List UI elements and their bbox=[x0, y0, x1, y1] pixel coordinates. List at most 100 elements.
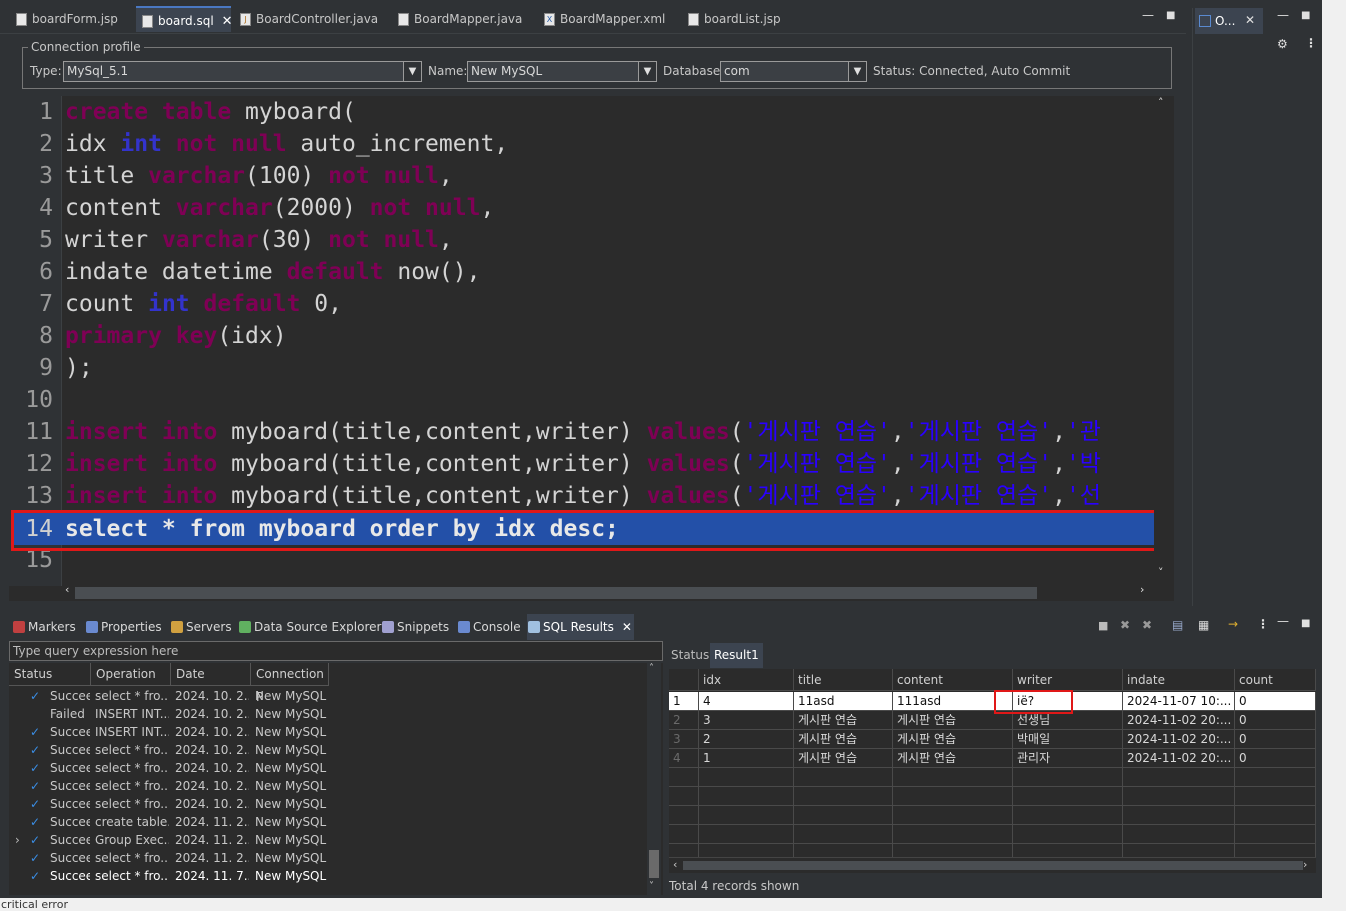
history-row[interactable]: ✓ Succeeded select * fro... 2024. 10. 2... N… bbox=[9, 777, 649, 795]
cell-count[interactable]: 0 bbox=[1235, 711, 1316, 730]
row-number[interactable]: 2 bbox=[669, 711, 699, 730]
type-select[interactable]: MySql_5.1 ▼ bbox=[63, 61, 422, 82]
cell-title[interactable]: 게시판 연습 bbox=[794, 711, 893, 730]
scroll-left-icon[interactable]: ‹ bbox=[673, 858, 677, 871]
cell-content[interactable]: 게시판 연습 bbox=[893, 730, 1013, 749]
history-row[interactable]: ✓ Succeeded INSERT INT... 2024. 10. 2... New… bbox=[9, 723, 649, 741]
scroll-up-icon[interactable]: ˄ bbox=[649, 663, 654, 674]
toolbar-icon[interactable]: ⚙ bbox=[1277, 37, 1288, 51]
cell-count[interactable]: 0 bbox=[1235, 730, 1316, 749]
remove-icon[interactable]: ✖ bbox=[1120, 618, 1130, 632]
save-icon[interactable]: ▦ bbox=[1198, 618, 1209, 632]
history-row[interactable]: › ✓ Succeeded Group Exec... 2024. 11. 2... Ne… bbox=[9, 831, 649, 849]
row-number[interactable]: 4 bbox=[669, 749, 699, 768]
cell-indate[interactable]: 2024-11-02 20:... bbox=[1123, 749, 1235, 768]
column-header-indate[interactable]: indate bbox=[1123, 669, 1235, 691]
history-row[interactable]: ✓ Succeeded select * fro... 2024. 11. 2... N… bbox=[9, 849, 649, 867]
chevron-down-icon[interactable]: ▼ bbox=[403, 62, 421, 81]
scroll-right-icon[interactable]: › bbox=[1303, 858, 1307, 871]
close-icon[interactable]: ✕ bbox=[1245, 13, 1255, 27]
tab-boardmapper-xml[interactable]: X BoardMapper.xml bbox=[538, 6, 665, 32]
maximize-icon[interactable]: ■ bbox=[1166, 10, 1175, 21]
minimize-icon[interactable]: — bbox=[1277, 8, 1289, 22]
tab-markers[interactable]: Markers bbox=[12, 614, 76, 640]
view-menu-icon[interactable]: ⋮ bbox=[1305, 36, 1317, 50]
cell-title[interactable]: 게시판 연습 bbox=[794, 749, 893, 768]
view-menu-icon[interactable]: ⋮ bbox=[1257, 617, 1269, 631]
cell-count[interactable]: 0 bbox=[1235, 749, 1316, 768]
cell-title[interactable]: 게시판 연습 bbox=[794, 730, 893, 749]
scroll-up-icon[interactable]: ˄ bbox=[1158, 96, 1164, 109]
tab-servers[interactable]: Servers bbox=[170, 614, 232, 640]
column-header-connection[interactable]: Connection P bbox=[251, 663, 329, 704]
tab-boardmapper-java[interactable]: BoardMapper.java bbox=[392, 6, 522, 32]
row-number[interactable]: 3 bbox=[669, 730, 699, 749]
cell-idx[interactable]: 4 bbox=[699, 692, 794, 711]
tab-data-source-explorer[interactable]: Data Source Explorer bbox=[238, 614, 381, 640]
minimize-icon[interactable]: — bbox=[1277, 614, 1289, 628]
row-number[interactable]: 1 bbox=[669, 692, 699, 711]
column-header-count[interactable]: count bbox=[1235, 669, 1316, 691]
column-header-date[interactable]: Date bbox=[171, 663, 251, 686]
chevron-right-icon[interactable]: › bbox=[15, 831, 20, 849]
tab-snippets[interactable]: Snippets bbox=[381, 614, 449, 640]
tab-boardlist-jsp[interactable]: boardList.jsp bbox=[682, 6, 781, 32]
cell-indate[interactable]: 2024-11-02 20:... bbox=[1123, 730, 1235, 749]
cell-content[interactable]: 게시판 연습 bbox=[893, 749, 1013, 768]
tab-sql-results[interactable]: SQL Results ✕ bbox=[527, 614, 634, 640]
column-header-title[interactable]: title bbox=[794, 669, 893, 691]
grid-scrollbar-thumb[interactable] bbox=[683, 861, 1303, 870]
column-header-writer[interactable]: writer bbox=[1013, 669, 1123, 691]
name-select[interactable]: New MySQL ▼ bbox=[467, 61, 657, 82]
column-header-content[interactable]: content bbox=[893, 669, 1013, 691]
tab-console[interactable]: Console bbox=[457, 614, 521, 640]
cell-indate[interactable]: 2024-11-02 20:... bbox=[1123, 711, 1235, 730]
cell-idx[interactable]: 2 bbox=[699, 730, 794, 749]
history-row[interactable]: ✓ Succeeded select * fro... 2024. 10. 2... N… bbox=[9, 687, 649, 705]
chevron-down-icon[interactable]: ▼ bbox=[638, 62, 656, 81]
history-row[interactable]: ✕FailedINSERT INT...2024. 10. 2...New My… bbox=[9, 705, 649, 723]
pin-icon[interactable]: → bbox=[1228, 617, 1238, 631]
minimize-icon[interactable]: — bbox=[1142, 8, 1154, 22]
maximize-icon[interactable]: ■ bbox=[1301, 618, 1310, 629]
history-row[interactable]: ✓ Succeeded create table... 2024. 11. 2... N… bbox=[9, 813, 649, 831]
scroll-right-icon[interactable]: › bbox=[1140, 583, 1144, 596]
cell-count[interactable]: 0 bbox=[1235, 692, 1316, 711]
scroll-down-icon[interactable]: ˅ bbox=[1158, 566, 1164, 579]
editor-scrollbar-thumb[interactable] bbox=[75, 587, 1037, 599]
close-icon[interactable]: ✕ bbox=[622, 620, 632, 634]
history-scrollbar-thumb[interactable] bbox=[649, 850, 659, 878]
tab-result1[interactable]: Result1 bbox=[710, 643, 763, 668]
column-header-status[interactable]: Status bbox=[9, 663, 91, 686]
editor-vertical-scrollbar[interactable]: ˄ ˅ bbox=[1154, 96, 1174, 586]
grid-horizontal-scrollbar[interactable]: ‹ › bbox=[669, 857, 1316, 873]
history-row[interactable]: ✓ Succeeded select * fro... 2024. 10. 2... N… bbox=[9, 759, 649, 777]
query-filter-input[interactable]: Type query expression here bbox=[9, 641, 663, 661]
cell-writer[interactable]: 관리자 bbox=[1013, 749, 1123, 768]
history-row[interactable]: ✓ Succeeded select * fro... 2024. 10. 2... N… bbox=[9, 741, 649, 759]
tab-status[interactable]: Status bbox=[667, 643, 713, 668]
column-header-operation[interactable]: Operation bbox=[91, 663, 171, 686]
scroll-left-icon[interactable]: ‹ bbox=[65, 583, 69, 596]
cell-idx[interactable]: 1 bbox=[699, 749, 794, 768]
scroll-down-icon[interactable]: ˅ bbox=[649, 881, 654, 892]
database-select[interactable]: com ▼ bbox=[720, 61, 867, 82]
cell-indate[interactable]: 2024-11-07 10:... bbox=[1123, 692, 1235, 711]
tab-board-sql[interactable]: board.sql ✕ bbox=[136, 6, 233, 32]
close-icon[interactable]: ✕ bbox=[222, 14, 233, 29]
tab-boardform-jsp[interactable]: boardForm.jsp bbox=[10, 6, 118, 32]
row-number-header[interactable] bbox=[669, 669, 699, 691]
history-row[interactable]: ✓ Succeeded select * fro... 2024. 11. 7... N… bbox=[9, 867, 649, 885]
cell-writer[interactable]: 박매일 bbox=[1013, 730, 1123, 749]
display-options-icon[interactable]: ▤ bbox=[1172, 618, 1183, 632]
maximize-icon[interactable]: ■ bbox=[1301, 10, 1310, 21]
history-row[interactable]: ✓ Succeeded select * fro... 2024. 10. 2... N… bbox=[9, 795, 649, 813]
cell-title[interactable]: 11asd bbox=[794, 692, 893, 711]
cell-idx[interactable]: 3 bbox=[699, 711, 794, 730]
remove-all-icon[interactable]: ✖ bbox=[1142, 618, 1152, 632]
column-header-idx[interactable]: idx bbox=[699, 669, 794, 691]
tab-boardcontroller-java[interactable]: J BoardController.java bbox=[234, 6, 378, 32]
sql-editor[interactable]: 1 2 3 4 5 6 7 8 9 10 11 12 13 15 create … bbox=[9, 96, 1174, 601]
stop-icon[interactable]: ■ bbox=[1098, 619, 1108, 632]
chevron-down-icon[interactable]: ▼ bbox=[848, 62, 866, 81]
